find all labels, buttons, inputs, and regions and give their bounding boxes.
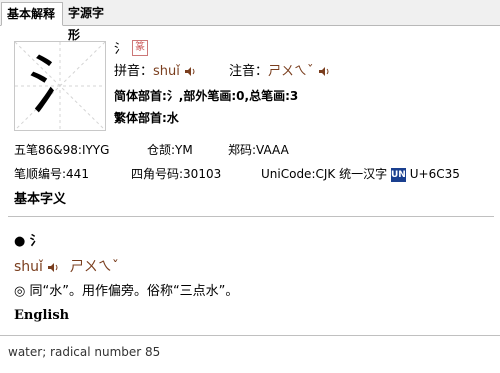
pinyin-row: 拼音：shuǐ	[114, 60, 196, 79]
large-character: 氵	[28, 49, 92, 123]
speaker-icon[interactable]	[47, 262, 59, 273]
entry-pinyin: shuǐ	[14, 259, 43, 275]
traditional-radical: 繁体部首:水	[114, 111, 179, 125]
english-definition: water; radical number 85	[8, 345, 161, 359]
entry-character: 氵	[29, 234, 43, 249]
unicode-info: UniCode:CJK 统一汉字 UN U+6C35	[261, 165, 460, 182]
character-glyph-box: 氵	[14, 41, 106, 131]
speaker-icon[interactable]	[318, 66, 330, 77]
zhengma-code: 郑码:VAAA	[228, 143, 289, 157]
entry-heading: ● 氵	[14, 230, 43, 249]
wubi-code: 五笔86&98:IYYG	[14, 143, 110, 157]
definition-text: ◎ 同“水”。用作偏旁。俗称“三点水”。	[14, 284, 239, 299]
divider	[0, 335, 500, 336]
entry-zhuyin: ㄕㄨㄟˇ	[69, 259, 119, 275]
small-character: 氵	[114, 42, 128, 57]
cangjie-code: 仓颉:YM	[147, 143, 193, 157]
tab-bar: 基本解释 字源字形	[0, 0, 500, 42]
zhuyin-row: 注音：ㄕㄨㄟˇ	[229, 60, 330, 79]
speaker-icon[interactable]	[184, 66, 196, 77]
seal-icon[interactable]: 篆	[132, 40, 148, 56]
radical-info: 简体部首:氵,部外笔画:0,总笔画:3	[114, 89, 299, 103]
tab-basic-meaning[interactable]: 基本解释	[1, 2, 63, 26]
unicode-value: U+6C35	[409, 167, 460, 181]
pinyin-label: 拼音：	[114, 64, 154, 79]
basic-meaning-title: 基本字义	[14, 192, 67, 207]
divider	[8, 216, 494, 217]
bullet-icon: ●	[14, 234, 26, 249]
unicode-icon[interactable]: UN	[390, 167, 406, 182]
pinyin-value: shuǐ	[153, 64, 180, 79]
four-corner-code: 四角号码:30103	[131, 167, 222, 181]
english-title: English	[14, 308, 70, 323]
entry-pronunciation: shuǐ ㄕㄨㄟˇ	[14, 256, 119, 276]
unicode-label: UniCode:CJK 统一汉字	[261, 167, 388, 181]
stroke-order-number: 笔顺编号:441	[14, 167, 89, 181]
zhuyin-value: ㄕㄨㄟˇ	[268, 64, 314, 79]
zhuyin-label: 注音：	[229, 64, 269, 79]
tab-character-origin[interactable]: 字源字形	[63, 2, 119, 42]
